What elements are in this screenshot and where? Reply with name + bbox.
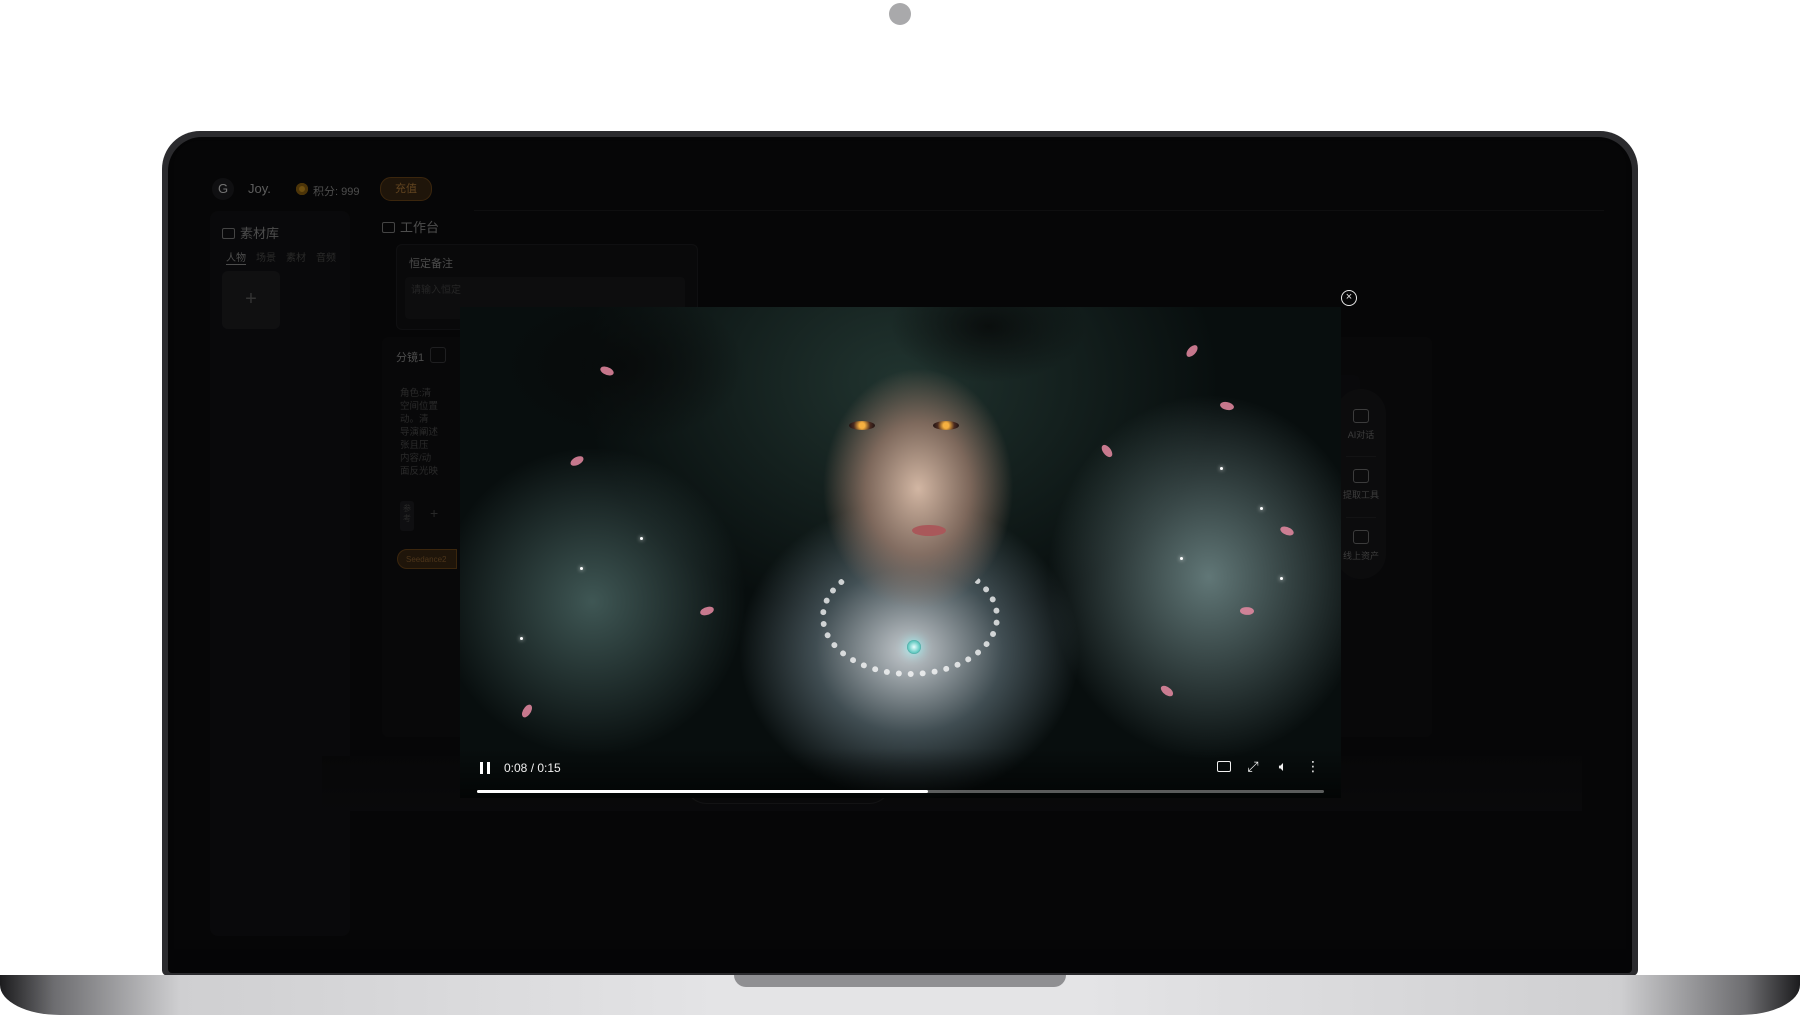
sparkle	[580, 567, 583, 570]
webcam	[889, 3, 911, 25]
sparkle	[1220, 467, 1223, 470]
close-modal-button[interactable]: ×	[1341, 290, 1357, 306]
sparkle	[640, 537, 643, 540]
sparkle	[520, 637, 523, 640]
sparkle	[1280, 577, 1283, 580]
video-controls: 0:08 / 0:15 ⤢ 🔈︎ ⋮	[460, 748, 1341, 798]
video-frame-hair	[460, 307, 1341, 798]
video-control-icons: ⤢ 🔈︎ ⋮	[1217, 758, 1321, 775]
pause-icon[interactable]	[480, 762, 490, 774]
volume-icon[interactable]: 🔈︎	[1275, 758, 1291, 775]
video-frame-necklace	[820, 557, 1000, 677]
more-options-icon[interactable]: ⋮	[1305, 758, 1321, 775]
screenshot-icon[interactable]	[1217, 761, 1231, 772]
fullscreen-icon[interactable]: ⤢	[1245, 758, 1261, 775]
video-player[interactable]: 0:08 / 0:15 ⤢ 🔈︎ ⋮	[460, 307, 1341, 798]
video-frame-gem	[907, 640, 921, 654]
video-frame-eye	[933, 421, 959, 430]
laptop-notch	[734, 975, 1066, 987]
video-progress-bar[interactable]	[477, 790, 1324, 793]
video-progress-fill	[477, 790, 929, 793]
video-frame-lips	[912, 525, 946, 536]
video-frame-eye	[849, 421, 875, 430]
sparkle	[1180, 557, 1183, 560]
sparkle	[1260, 507, 1263, 510]
video-time: 0:08 / 0:15	[504, 761, 561, 775]
